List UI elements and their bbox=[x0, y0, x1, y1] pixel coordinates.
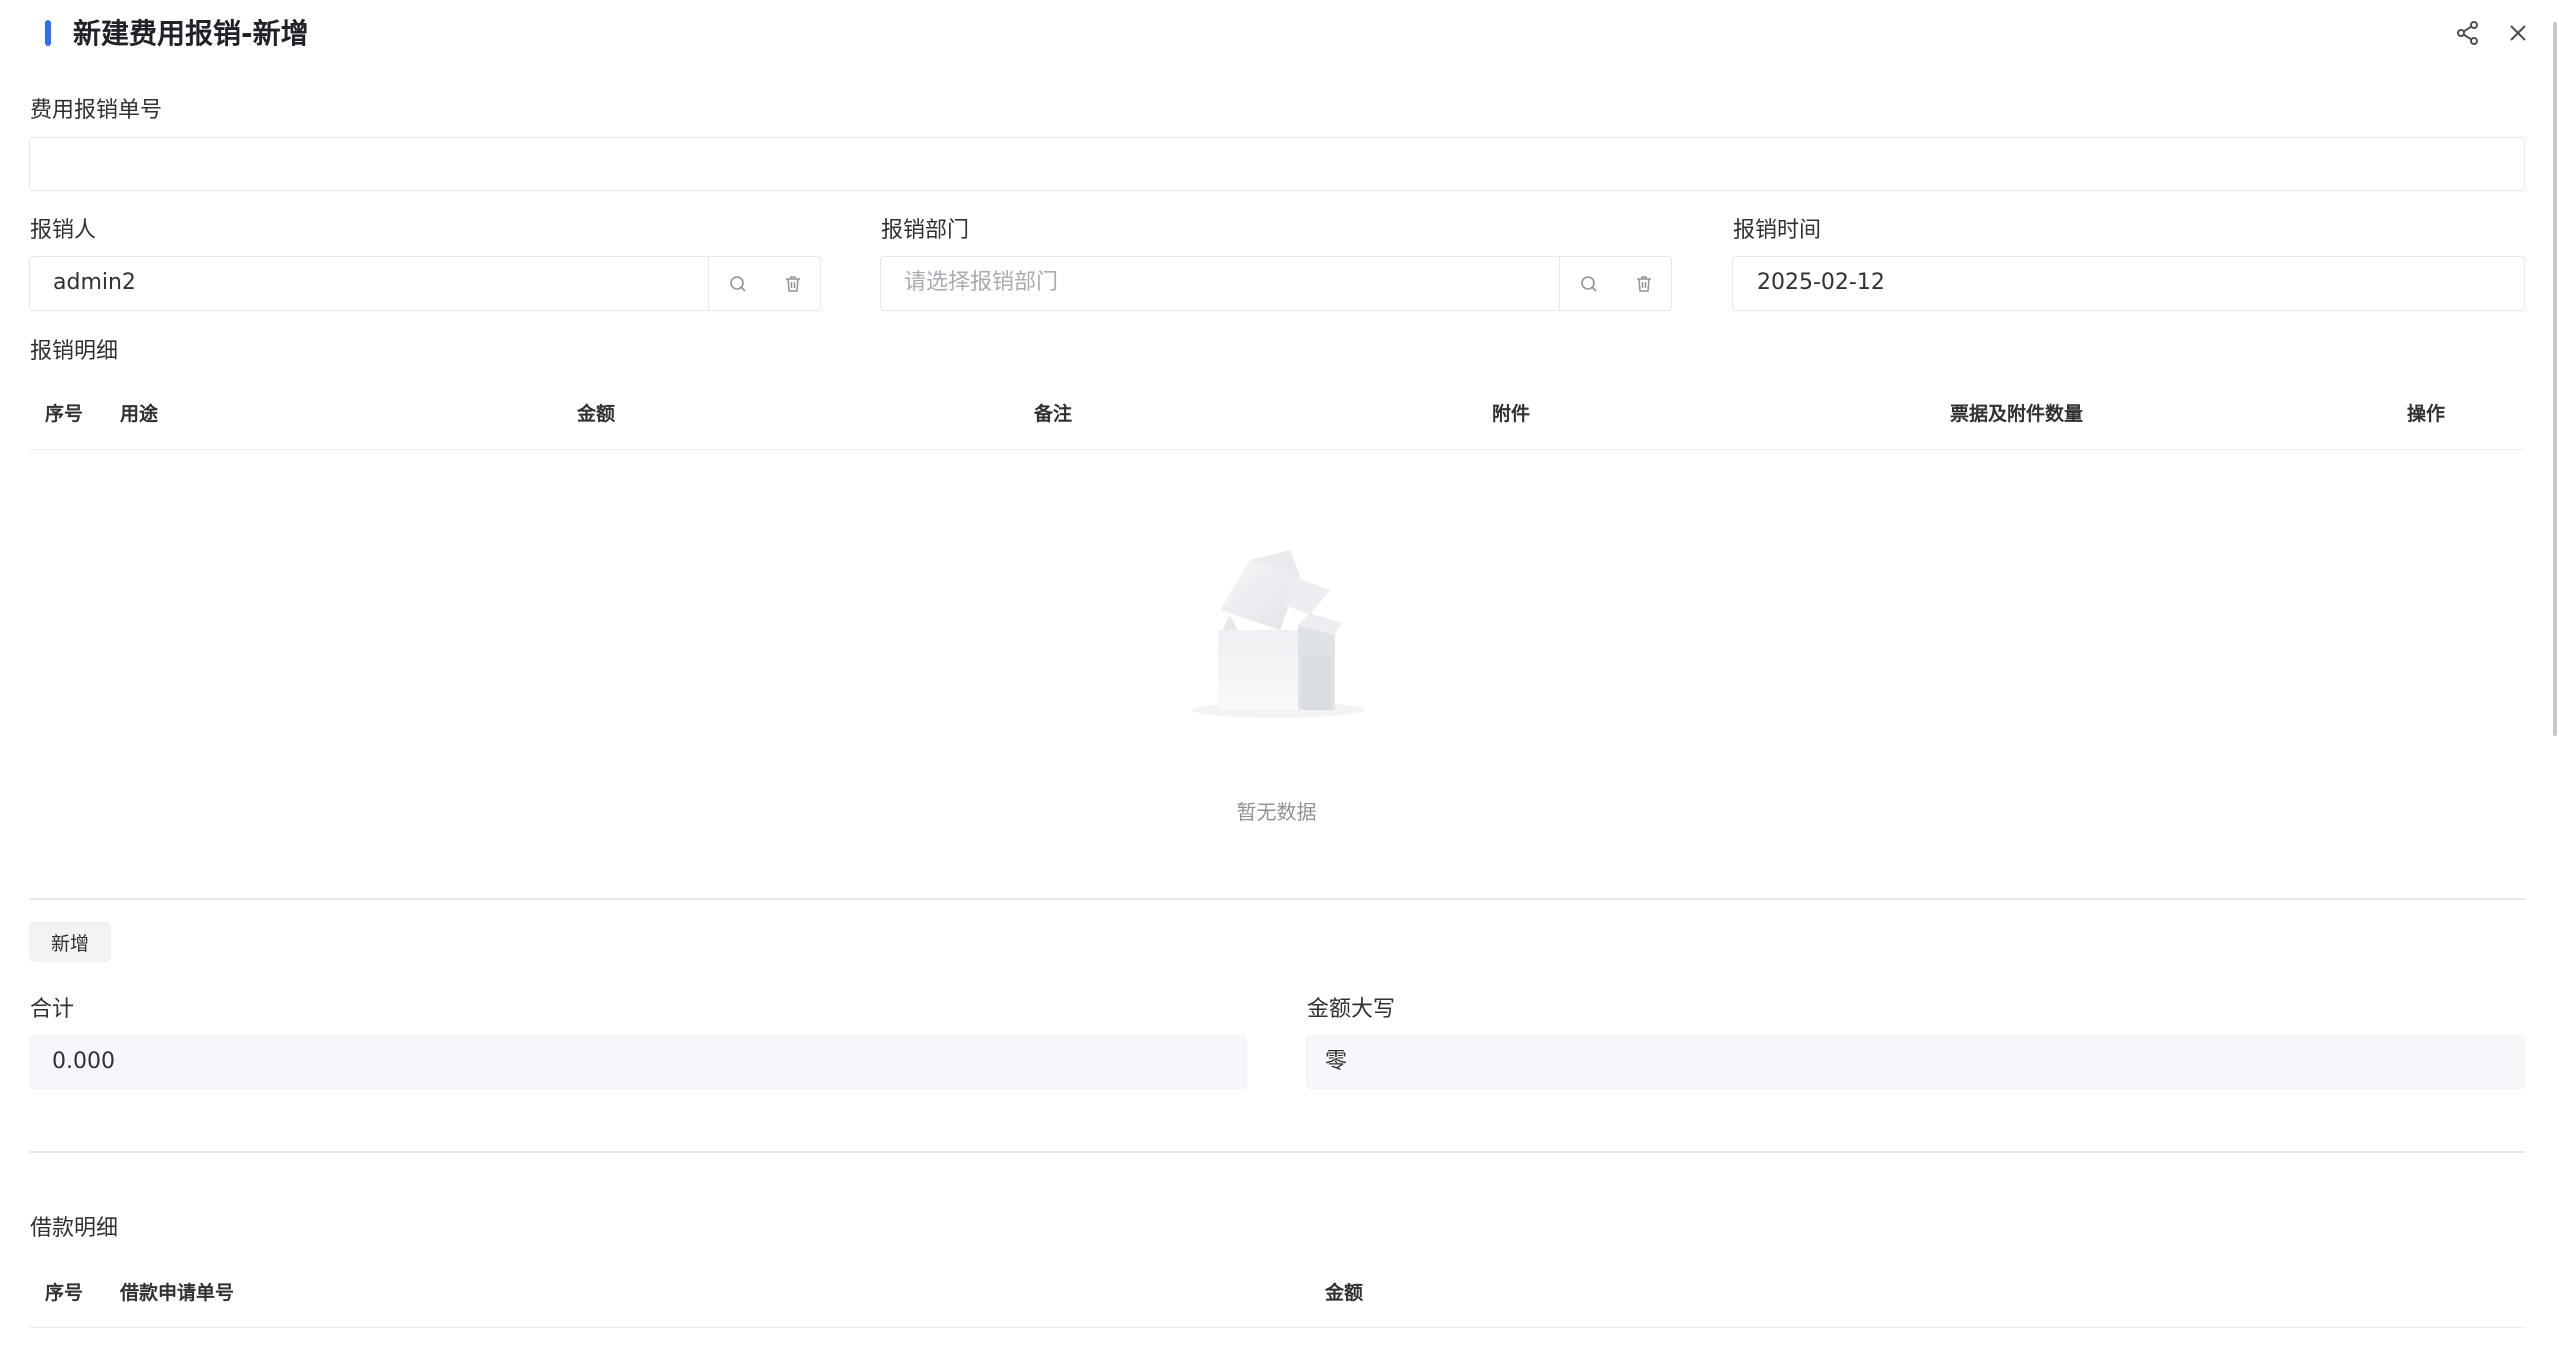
department-field[interactable]: 请选择报销部门 bbox=[880, 256, 1672, 311]
col-index: 序号 bbox=[45, 403, 84, 425]
date-label: 报销时间 bbox=[1733, 218, 1822, 243]
applicant-value: admin2 bbox=[53, 270, 136, 295]
loan-col-request-no: 借款申请单号 bbox=[120, 1282, 235, 1304]
col-purpose: 用途 bbox=[120, 403, 159, 425]
sum-field: 0.000 bbox=[29, 1035, 1247, 1089]
applicant-search-button[interactable] bbox=[708, 257, 766, 310]
applicant-field[interactable]: admin2 bbox=[29, 256, 821, 311]
col-remark: 备注 bbox=[1034, 403, 1073, 425]
applicant-label: 报销人 bbox=[30, 218, 97, 243]
applicant-clear-button[interactable] bbox=[765, 257, 820, 310]
trash-icon bbox=[785, 275, 800, 292]
table-bottom-divider bbox=[29, 898, 2525, 900]
department-search-button[interactable] bbox=[1559, 257, 1617, 310]
detail-section-label: 报销明细 bbox=[30, 339, 119, 364]
department-placeholder: 请选择报销部门 bbox=[904, 270, 1059, 295]
order-no-label: 费用报销单号 bbox=[30, 98, 163, 123]
empty-box-icon bbox=[1190, 545, 1370, 725]
vertical-scrollbar[interactable] bbox=[2553, 22, 2557, 736]
section-divider bbox=[29, 1151, 2525, 1153]
title-accent-bar bbox=[45, 20, 51, 46]
loan-section-label: 借款明细 bbox=[30, 1216, 119, 1241]
col-actions: 操作 bbox=[2407, 403, 2446, 425]
loan-header-divider bbox=[29, 1327, 2525, 1328]
table-header-divider bbox=[29, 449, 2525, 450]
loan-col-index: 序号 bbox=[45, 1282, 84, 1304]
department-clear-button[interactable] bbox=[1616, 257, 1671, 310]
trash-icon bbox=[1636, 275, 1651, 292]
close-icon[interactable] bbox=[2503, 18, 2533, 48]
sum-label: 合计 bbox=[30, 997, 75, 1022]
search-icon bbox=[729, 275, 746, 292]
share-icon[interactable] bbox=[2453, 18, 2483, 48]
amount-upper-label: 金额大写 bbox=[1307, 997, 1396, 1022]
col-amount: 金额 bbox=[577, 403, 616, 425]
order-no-input[interactable] bbox=[29, 137, 2525, 191]
department-label: 报销部门 bbox=[881, 218, 970, 243]
col-attachment-count: 票据及附件数量 bbox=[1950, 403, 2084, 425]
loan-col-amount: 金额 bbox=[1325, 1282, 1364, 1304]
add-button[interactable]: 新增 bbox=[29, 922, 111, 962]
empty-text: 暂无数据 bbox=[1236, 800, 1317, 824]
amount-upper-field: 零 bbox=[1306, 1035, 2525, 1089]
col-attachment: 附件 bbox=[1492, 403, 1531, 425]
date-picker[interactable]: 2025-02-12 bbox=[1732, 256, 2525, 311]
page-title: 新建费用报销-新增 bbox=[73, 17, 309, 50]
search-icon bbox=[1580, 275, 1597, 292]
